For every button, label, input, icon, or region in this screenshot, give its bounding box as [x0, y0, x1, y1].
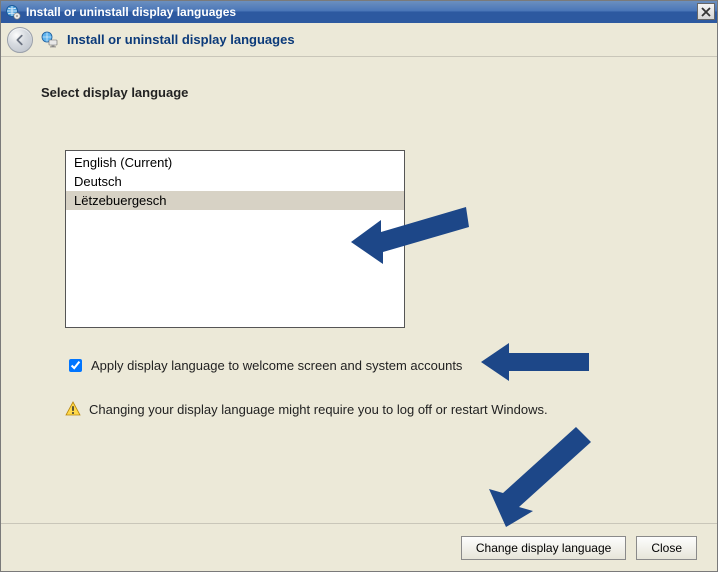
- apply-to-welcome-label: Apply display language to welcome screen…: [91, 358, 462, 373]
- section-title: Select display language: [41, 85, 677, 100]
- back-button[interactable]: [7, 27, 33, 53]
- apply-to-welcome-checkbox[interactable]: [69, 359, 82, 372]
- list-item[interactable]: Deutsch: [66, 172, 404, 191]
- window-title: Install or uninstall display languages: [26, 5, 236, 19]
- globe-monitor-icon: [41, 31, 59, 49]
- page-title: Install or uninstall display languages: [67, 32, 295, 47]
- apply-to-welcome-checkbox-row[interactable]: Apply display language to welcome screen…: [65, 356, 677, 375]
- window: Install or uninstall display languages I…: [0, 0, 718, 572]
- warning-text: Changing your display language might req…: [89, 402, 548, 417]
- titlebar: Install or uninstall display languages: [1, 1, 717, 23]
- content-area: Select display language English (Current…: [1, 57, 717, 523]
- list-item[interactable]: Lëtzebuergesch: [66, 191, 404, 210]
- globe-settings-icon: [5, 4, 21, 20]
- change-display-language-button[interactable]: Change display language: [461, 536, 626, 560]
- wizard-header: Install or uninstall display languages: [1, 23, 717, 57]
- language-listbox[interactable]: English (Current)DeutschLëtzebuergesch: [65, 150, 405, 328]
- list-item[interactable]: English (Current): [66, 153, 404, 172]
- window-close-button[interactable]: [697, 3, 715, 20]
- footer: Change display language Close: [1, 523, 717, 571]
- close-button[interactable]: Close: [636, 536, 697, 560]
- warning-row: Changing your display language might req…: [65, 401, 677, 417]
- warning-icon: [65, 401, 81, 417]
- arrow-annotation-icon: [481, 427, 591, 527]
